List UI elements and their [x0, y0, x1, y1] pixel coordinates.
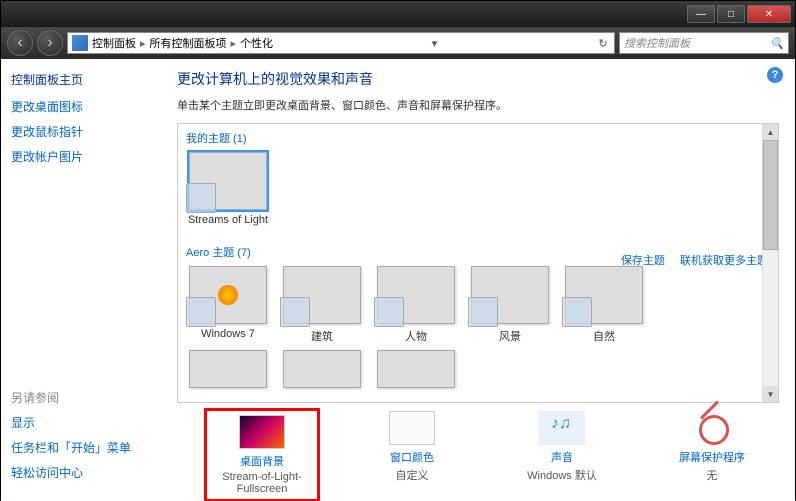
navbar: ‹ › 控制面板 ▸ 所有控制面板项 ▸ 个性化 ▾ ↻ 搜索控制面板 🔍	[1, 27, 795, 59]
window-color-button[interactable]: 窗口颜色 自定义	[357, 411, 467, 499]
main-content: ? 更改计算机上的视觉效果和声音 单击某个主题立即更改桌面背景、窗口颜色、声音和…	[161, 59, 795, 501]
theme-label: Windows 7	[201, 328, 255, 340]
window-color-icon	[389, 411, 435, 445]
titlebar: — □ ✕	[1, 1, 795, 27]
control-panel-icon	[72, 35, 88, 51]
screensaver-icon	[689, 411, 735, 445]
get-more-themes-link[interactable]: 联机获取更多主题	[680, 255, 768, 267]
desktop-background-button[interactable]: 桌面背景 Stream-of-Light-Fullscreen	[207, 411, 317, 499]
scrollbar[interactable]: ▲ ▼	[762, 124, 778, 402]
breadcrumb[interactable]: 控制面板 ▸ 所有控制面板项 ▸ 个性化 ▾ ↻	[67, 32, 615, 54]
theme-streams-of-light[interactable]: Streams of Light	[186, 152, 270, 226]
theme-thumbnail	[565, 266, 643, 324]
back-button[interactable]: ‹	[7, 30, 33, 56]
theme-partial[interactable]	[280, 350, 364, 392]
theme-label: 自然	[593, 328, 615, 344]
scroll-down-button[interactable]: ▼	[763, 386, 778, 402]
help-icon[interactable]: ?	[767, 67, 783, 83]
page-subtitle: 单击某个主题立即更改桌面背景、窗口颜色、声音和屏幕保护程序。	[177, 97, 779, 113]
breadcrumb-item[interactable]: 个性化	[240, 35, 273, 51]
theme-thumbnail	[377, 350, 455, 388]
scroll-up-button[interactable]: ▲	[763, 124, 778, 140]
theme-windows7[interactable]: Windows 7	[186, 266, 270, 344]
sidebar-link-display[interactable]: 显示	[11, 414, 151, 431]
glass-preview-icon	[562, 297, 592, 327]
glass-preview-icon	[280, 297, 310, 327]
search-input[interactable]: 搜索控制面板 🔍	[619, 32, 789, 54]
theme-nature[interactable]: 自然	[562, 266, 646, 344]
see-also-heading: 另请参阅	[11, 389, 151, 406]
maximize-button[interactable]: □	[717, 5, 745, 23]
theme-thumbnail	[471, 266, 549, 324]
sidebar-link-account-picture[interactable]: 更改帐户图片	[11, 148, 151, 165]
theme-characters[interactable]: 人物	[374, 266, 458, 344]
setting-value: 无	[707, 467, 718, 483]
forward-button[interactable]: ›	[37, 30, 63, 56]
theme-thumbnail	[189, 266, 267, 324]
close-button[interactable]: ✕	[747, 5, 791, 23]
scroll-thumb[interactable]	[763, 140, 778, 250]
sidebar-heading[interactable]: 控制面板主页	[11, 71, 151, 88]
theme-thumbnail	[283, 266, 361, 324]
sidebar-link-ease-of-access[interactable]: 轻松访问中心	[11, 464, 151, 481]
setting-value: Stream-of-Light-Fullscreen	[211, 471, 313, 495]
theme-landscapes[interactable]: 风景	[468, 266, 552, 344]
sidebar: 控制面板主页 更改桌面图标 更改鼠标指针 更改帐户图片 另请参阅 显示 任务栏和…	[1, 59, 161, 501]
theme-label: 建筑	[311, 328, 333, 344]
my-themes-heading: 我的主题 (1)	[186, 130, 770, 146]
breadcrumb-item[interactable]: 所有控制面板项	[150, 35, 227, 51]
sidebar-link-mouse-pointer[interactable]: 更改鼠标指针	[11, 123, 151, 140]
glass-preview-icon	[186, 297, 216, 327]
setting-label: 桌面背景	[240, 453, 284, 469]
glass-preview-icon	[468, 297, 498, 327]
theme-architecture[interactable]: 建筑	[280, 266, 364, 344]
themes-groupbox: 我的主题 (1) Streams of Light 保存主题 联机获取更多主题 …	[177, 123, 779, 403]
setting-label: 窗口颜色	[390, 449, 434, 465]
theme-label: 人物	[405, 328, 427, 344]
setting-label: 屏幕保护程序	[679, 449, 745, 465]
glass-preview-icon	[374, 297, 404, 327]
page-title: 更改计算机上的视觉效果和声音	[177, 69, 779, 89]
sounds-button[interactable]: 声音 Windows 默认	[507, 411, 617, 499]
theme-partial[interactable]	[186, 350, 270, 392]
setting-value: Windows 默认	[527, 467, 597, 483]
search-icon: 🔍	[770, 37, 784, 50]
theme-thumbnail	[283, 350, 361, 388]
theme-thumbnail	[189, 350, 267, 388]
theme-label: Streams of Light	[188, 214, 268, 226]
settings-bar: 桌面背景 Stream-of-Light-Fullscreen 窗口颜色 自定义…	[177, 403, 779, 499]
breadcrumb-item[interactable]: 控制面板	[92, 35, 136, 51]
sidebar-link-desktop-icons[interactable]: 更改桌面图标	[11, 98, 151, 115]
setting-value: 自定义	[396, 467, 429, 483]
search-placeholder: 搜索控制面板	[624, 35, 690, 51]
theme-thumbnail	[377, 266, 455, 324]
sound-icon	[539, 411, 585, 445]
theme-partial[interactable]	[374, 350, 458, 392]
chevron-right-icon: ▸	[140, 37, 146, 50]
minimize-button[interactable]: —	[687, 5, 715, 23]
desktop-background-icon	[239, 415, 285, 449]
refresh-icon[interactable]: ↻	[596, 33, 610, 53]
glass-preview-icon	[186, 183, 216, 213]
setting-label: 声音	[551, 449, 573, 465]
sidebar-link-taskbar[interactable]: 任务栏和「开始」菜单	[11, 439, 151, 456]
theme-label: 风景	[499, 328, 521, 344]
chevron-right-icon: ▸	[231, 37, 237, 50]
breadcrumb-dropdown[interactable]: ▾	[428, 33, 442, 53]
window-body: 控制面板主页 更改桌面图标 更改鼠标指针 更改帐户图片 另请参阅 显示 任务栏和…	[1, 59, 795, 501]
screensaver-button[interactable]: 屏幕保护程序 无	[657, 411, 767, 499]
personalization-window: — □ ✕ ‹ › 控制面板 ▸ 所有控制面板项 ▸ 个性化 ▾ ↻ 搜索控制面…	[0, 0, 796, 500]
theme-thumbnail	[189, 152, 267, 210]
